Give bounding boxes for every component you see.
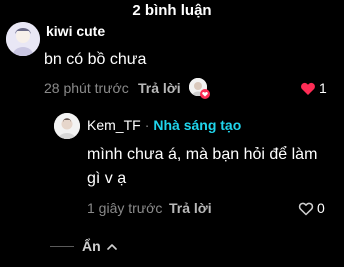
reply-like-count: 0 (317, 200, 325, 216)
comments-count-title: 2 bình luận (132, 2, 212, 19)
like-count: 1 (319, 80, 327, 96)
hide-replies-label: Ẩn (82, 238, 101, 254)
reply-button[interactable]: Trả lời (138, 80, 181, 96)
creator-badge: Nhà sáng tạo (153, 117, 242, 133)
like-button[interactable]: 1 (300, 80, 327, 96)
chevron-up-icon (106, 243, 117, 250)
comment-timestamp: 28 phút trước (44, 80, 129, 96)
heart-outline-icon (298, 202, 314, 215)
commenter-avatar[interactable] (6, 22, 40, 56)
reply-timestamp: 1 giây trước (87, 200, 163, 216)
reply-text: mình chưa á, mà bạn hỏi để làm gì v ạ (87, 146, 318, 187)
divider-line (50, 246, 74, 247)
comment-text: bn có bồ chưa (44, 51, 147, 68)
reply-author-row: Kem_TF · Nhà sáng tạo (87, 117, 241, 133)
reply-to-reply-button[interactable]: Trả lời (169, 200, 212, 216)
reply-like-button[interactable]: 0 (298, 200, 325, 216)
commenter-username[interactable]: kiwi cute (46, 23, 105, 39)
creator-liked-indicator (189, 78, 211, 100)
hide-replies-button[interactable]: Ẩn (82, 238, 117, 254)
heart-filled-icon (301, 82, 315, 95)
heart-badge-icon (200, 89, 210, 99)
reply-author-avatar[interactable] (54, 113, 80, 139)
separator-dot: · (144, 117, 150, 133)
reply-username[interactable]: Kem_TF (87, 117, 141, 133)
